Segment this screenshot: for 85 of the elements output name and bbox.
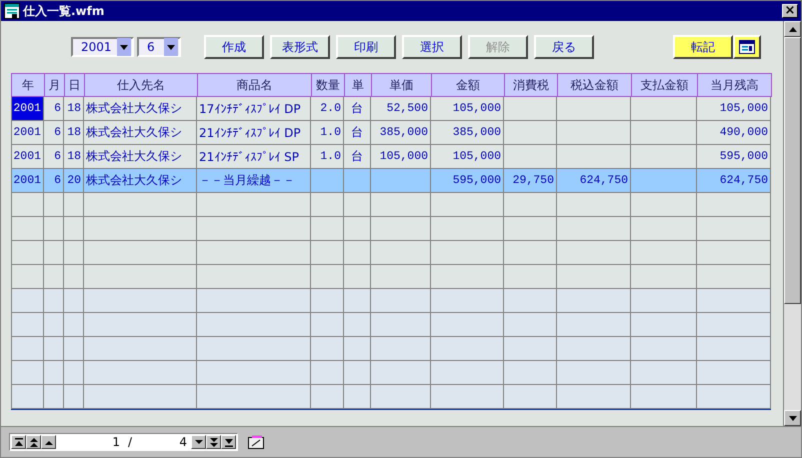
memo-icon[interactable] xyxy=(248,435,264,449)
table-cell[interactable]: 385,000 xyxy=(371,121,431,145)
toolbar-button[interactable]: 表形式 xyxy=(270,35,330,59)
post-button[interactable]: 転記 xyxy=(673,35,733,59)
table-cell[interactable]: 2001 xyxy=(11,145,44,169)
table-cell[interactable]: 52,500 xyxy=(371,97,431,121)
scroll-down-button[interactable] xyxy=(784,410,801,426)
toolbar-button[interactable]: 印刷 xyxy=(336,35,396,59)
table-cell[interactable]: 台 xyxy=(344,121,371,145)
table-cell[interactable]: 624,750 xyxy=(557,169,631,193)
table-cell[interactable]: 21ｲﾝﾁﾃﾞｨｽﾌﾟﾚｲ SP xyxy=(197,145,311,169)
table-cell[interactable]: 台 xyxy=(344,97,371,121)
next-button[interactable] xyxy=(191,435,206,449)
table-cell[interactable]: 2.0 xyxy=(311,97,344,121)
table-cell[interactable]: 624,750 xyxy=(697,169,771,193)
table-cell[interactable]: 105,000 xyxy=(431,145,504,169)
table-cell[interactable]: 17ｲﾝﾁﾃﾞｨｽﾌﾟﾚｲ DP xyxy=(197,97,311,121)
table-cell[interactable]: 2001 xyxy=(11,169,44,193)
page-separator: / xyxy=(128,435,132,449)
table-cell[interactable]: 105,000 xyxy=(431,97,504,121)
column-header[interactable]: 商品名 xyxy=(197,73,312,97)
up-arrow-icon xyxy=(788,26,796,32)
table-cell[interactable]: 株式会社大久保シ xyxy=(84,145,197,169)
down-arrow-icon xyxy=(194,438,204,446)
table-cell[interactable]: 105,000 xyxy=(371,145,431,169)
table-cell[interactable]: 株式会社大久保シ xyxy=(84,169,197,193)
toolbar-button[interactable]: 戻る xyxy=(534,35,594,59)
table-cell[interactable]: 6 xyxy=(44,97,64,121)
window-button[interactable] xyxy=(733,35,761,59)
first-page-button[interactable] xyxy=(11,435,26,449)
dropdown[interactable]: 2001 xyxy=(71,37,134,57)
page-up-button[interactable] xyxy=(26,435,41,449)
double-up-icon xyxy=(28,438,38,446)
column-header[interactable]: 仕入先名 xyxy=(84,73,198,97)
scrollbar-thumb[interactable] xyxy=(784,37,801,304)
column-header[interactable]: 単価 xyxy=(371,73,432,97)
column-header[interactable]: 数量 xyxy=(311,73,345,97)
double-down-icon xyxy=(208,438,218,446)
column-header[interactable]: 支払金額 xyxy=(631,73,698,97)
window-icon xyxy=(4,3,20,19)
column-header[interactable]: 税込金額 xyxy=(557,73,632,97)
last-icon xyxy=(224,438,234,446)
first-icon xyxy=(14,438,24,446)
table-cell[interactable]: 1.0 xyxy=(311,121,344,145)
column-header[interactable]: 日 xyxy=(64,73,85,97)
column-header[interactable]: 当月残高 xyxy=(697,73,772,97)
table-cell[interactable]: 595,000 xyxy=(697,145,771,169)
toolbar-button[interactable]: 選択 xyxy=(402,35,462,59)
table-cell[interactable]: 株式会社大久保シ xyxy=(84,97,197,121)
table-cell[interactable]: －－当月繰越－－ xyxy=(197,169,311,193)
column-header[interactable]: 金額 xyxy=(431,73,505,97)
previous-button[interactable] xyxy=(41,435,56,449)
down-arrow-icon xyxy=(788,416,796,420)
table-cell[interactable]: 595,000 xyxy=(431,169,504,193)
table-cell[interactable]: 台 xyxy=(344,145,371,169)
table-cell[interactable]: 18 xyxy=(64,145,84,169)
current-page[interactable]: 1 xyxy=(56,435,120,449)
window-title: 仕入一覧.wfm xyxy=(23,2,106,20)
table-cell[interactable]: 6 xyxy=(44,169,64,193)
dropdown[interactable]: 6 xyxy=(137,37,181,57)
table-cell[interactable]: 2001 xyxy=(11,97,44,121)
table-cell[interactable]: 490,000 xyxy=(697,121,771,145)
column-header[interactable]: 年 xyxy=(11,73,45,97)
close-button[interactable]: × xyxy=(782,4,798,18)
table-cell[interactable]: 18 xyxy=(64,121,84,145)
page-total: 4 xyxy=(178,435,188,449)
table-cell[interactable]: 18 xyxy=(64,97,84,121)
table-cell[interactable]: 2001 xyxy=(11,121,44,145)
table-cell[interactable]: 21ｲﾝﾁﾃﾞｨｽﾌﾟﾚｲ DP xyxy=(197,121,311,145)
table-cell[interactable]: 1.0 xyxy=(311,145,344,169)
table-cell[interactable]: 6 xyxy=(44,121,64,145)
column-header[interactable]: 消費税 xyxy=(504,73,558,97)
table-cell[interactable]: 6 xyxy=(44,145,64,169)
column-header[interactable]: 月 xyxy=(44,73,65,97)
scroll-up-button[interactable] xyxy=(784,21,801,37)
table-cell[interactable]: 株式会社大久保シ xyxy=(84,121,197,145)
table-cell[interactable]: 105,000 xyxy=(697,97,771,121)
table-cell[interactable]: 385,000 xyxy=(431,121,504,145)
toolbar-button[interactable]: 作成 xyxy=(204,35,264,59)
table-cell[interactable]: 20 xyxy=(64,169,84,193)
page-down-button[interactable] xyxy=(206,435,221,449)
column-header[interactable]: 単 xyxy=(344,73,372,97)
window-icon xyxy=(739,40,755,54)
table-cell[interactable]: 29,750 xyxy=(504,169,557,193)
last-page-button[interactable] xyxy=(221,435,236,449)
